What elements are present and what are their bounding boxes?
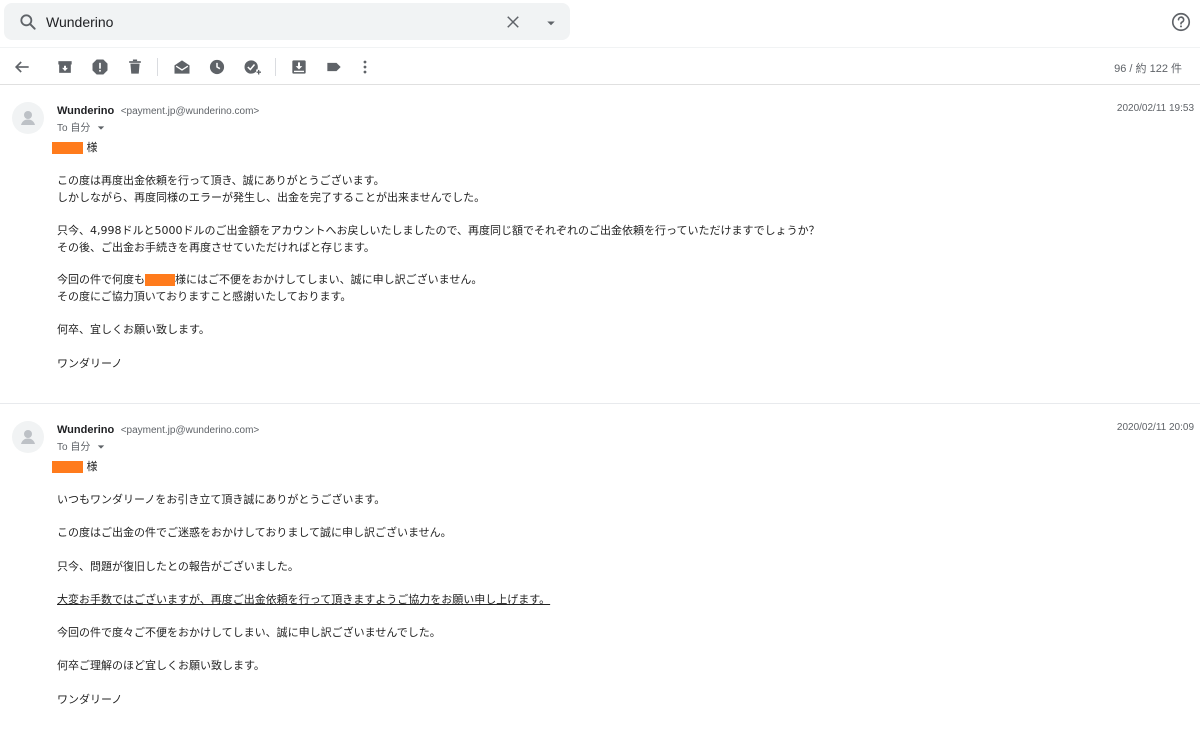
body-line: その後、ご出金お手続きを再度させていただければと存じます。 — [57, 241, 375, 254]
add-task-icon[interactable] — [242, 57, 262, 77]
email-message: Wunderino <payment.jp@wunderino.com> To … — [0, 405, 1200, 730]
help-icon[interactable] — [1170, 11, 1192, 33]
message-counter: 96 / 約 122 件 — [1114, 63, 1182, 75]
salutation: 様 — [52, 141, 98, 155]
body-line: 何卒ご理解のほど宜しくお願い致します。 — [57, 659, 265, 672]
delete-icon[interactable] — [125, 57, 145, 77]
sender-info: Wunderino <payment.jp@wunderino.com> — [57, 420, 259, 438]
message-timestamp: 2020/02/11 20:09 — [1116, 422, 1194, 433]
salutation-suffix: 様 — [86, 460, 98, 473]
recipient-label: To 自分 — [57, 123, 91, 134]
sender-name[interactable]: Wunderino — [57, 424, 114, 436]
avatar[interactable] — [12, 102, 44, 134]
sender-email: <payment.jp@wunderino.com> — [120, 425, 260, 436]
body-text: 様にはご不便をおかけしてしまい、誠に申し訳ございません。 — [175, 273, 483, 286]
redacted-name — [145, 274, 175, 286]
body-line: 只今、4,998ドルと5000ドルのご出金額をアカウントへお戻しいたしましたので… — [57, 224, 820, 237]
body-line: いつもワンダリーノをお引き立て頂き誠にありがとうございます。 — [57, 493, 386, 506]
sender-email: <payment.jp@wunderino.com> — [120, 106, 260, 117]
more-vert-icon[interactable] — [355, 57, 375, 77]
body-line: 何卒、宜しくお願い致します。 — [57, 323, 210, 336]
snooze-clock-icon[interactable] — [207, 57, 227, 77]
caret-down-icon[interactable] — [97, 443, 105, 451]
caret-down-icon[interactable] — [97, 124, 105, 132]
salutation-suffix: 様 — [86, 141, 98, 154]
move-to-inbox-icon[interactable] — [289, 57, 309, 77]
label-icon[interactable] — [324, 57, 344, 77]
mark-unread-icon[interactable] — [172, 57, 192, 77]
person-icon — [21, 111, 35, 125]
salutation: 様 — [52, 460, 98, 474]
body-line: 只今、問題が復旧したとの報告がございました。 — [57, 560, 299, 573]
body-line: この度はご出金の件でご迷惑をおかけしておりまして誠に申し訳ございません。 — [57, 526, 452, 539]
sender-info: Wunderino <payment.jp@wunderino.com> — [57, 101, 259, 119]
signature: ワンダリーノ — [57, 357, 123, 370]
archive-icon[interactable] — [55, 57, 75, 77]
redacted-name — [52, 142, 83, 154]
recipient-line[interactable]: To 自分 — [57, 119, 105, 134]
avatar[interactable] — [12, 421, 44, 453]
body-line: この度は再度出金依頼を行って頂き、誠にありがとうございます。 — [57, 174, 385, 187]
email-message: Wunderino <payment.jp@wunderino.com> To … — [0, 86, 1200, 404]
message-timestamp: 2020/02/11 19:53 — [1116, 103, 1194, 114]
signature: ワンダリーノ — [57, 693, 123, 706]
body-line: 今回の件で何度も 様にはご不便をおかけしてしまい、誠に申し訳ございません。 — [57, 273, 482, 287]
body-text: 今回の件で何度も — [57, 273, 145, 286]
caret-down-icon[interactable] — [542, 14, 560, 32]
recipient-label: To 自分 — [57, 442, 91, 453]
recipient-line[interactable]: To 自分 — [57, 438, 105, 453]
sender-name[interactable]: Wunderino — [57, 105, 114, 117]
toolbar: 96 / 約 122 件 — [0, 47, 1200, 85]
person-icon — [21, 430, 35, 444]
search-input[interactable] — [46, 10, 486, 34]
back-arrow-icon[interactable] — [12, 57, 32, 77]
body-line: その度にご協力頂いておりますこと感謝いたしております。 — [57, 290, 352, 303]
search-icon[interactable] — [18, 12, 38, 32]
close-icon[interactable] — [504, 13, 522, 31]
redacted-name — [52, 461, 83, 473]
toolbar-divider — [157, 58, 158, 76]
body-line: しかしながら、再度同様のエラーが発生し、出金を完了することが出来ませんでした。 — [57, 191, 486, 204]
search-bar[interactable] — [4, 3, 570, 40]
report-spam-icon[interactable] — [90, 57, 110, 77]
body-line: 今回の件で度々ご不便をおかけしてしまい、誠に申し訳ございませんでした。 — [57, 626, 441, 639]
toolbar-divider — [275, 58, 276, 76]
body-line: 大変お手数ではございますが、再度ご出金依頼を行って頂きますようご協力をお願い申し… — [57, 593, 551, 606]
